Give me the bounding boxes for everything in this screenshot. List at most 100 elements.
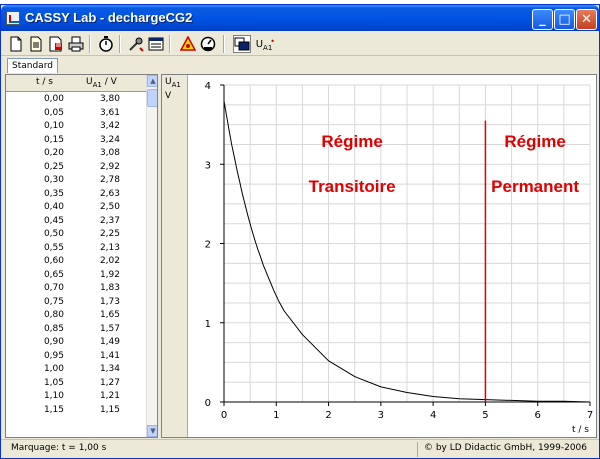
table-row[interactable]: 0,75 1,73 <box>6 296 146 310</box>
y-axis-label: UA1 V <box>165 77 181 102</box>
y-axis-strip: UA1 V <box>162 75 188 437</box>
col-u-letter: U <box>86 77 93 87</box>
cell-t: 1,00 <box>43 364 64 374</box>
col-u-sub: A1 <box>92 80 102 89</box>
cell-u: 2,25 <box>99 229 120 239</box>
table-icon[interactable] <box>147 35 165 53</box>
table-row[interactable]: 0,05 3,61 <box>6 107 146 121</box>
cell-t: 1,15 <box>43 404 64 415</box>
table-row[interactable]: 0,30 2,78 <box>6 174 146 188</box>
alarm-icon[interactable] <box>179 35 197 53</box>
table-row[interactable]: 0,40 2,50 <box>6 201 146 215</box>
x-axis-label: t / s <box>572 425 589 435</box>
cell-u: 1,65 <box>99 310 120 320</box>
column-header-t: t / s <box>36 77 53 87</box>
cell-u: 1,15 <box>99 404 120 415</box>
table-scrollbar[interactable]: ▲ ▼ <box>146 75 157 437</box>
y-label-sub: A1 <box>171 80 181 89</box>
label-transitoire-2: Transitoire <box>309 177 396 196</box>
cell-t: 0,20 <box>43 148 64 158</box>
table-row[interactable]: 0,80 1,65 <box>6 309 146 323</box>
cell-t: 0,90 <box>43 337 64 347</box>
cell-u: 1,49 <box>99 337 120 347</box>
gauge-icon[interactable] <box>199 35 217 53</box>
x-tick-label: 1 <box>273 410 279 421</box>
minimize-button[interactable]: _ <box>532 9 553 30</box>
toolbar-separator <box>119 35 121 53</box>
new-file-icon[interactable] <box>7 35 25 53</box>
table-row[interactable]: 0,95 1,41 <box>6 350 146 364</box>
cell-t: 0,95 <box>43 350 64 361</box>
stopwatch-icon[interactable] <box>97 35 115 53</box>
table-header: t / s UA1 / V <box>6 75 146 92</box>
cell-u: 1,27 <box>99 377 120 388</box>
table-row[interactable]: 0,15 3,24 <box>6 134 146 148</box>
settings-icon[interactable] <box>127 35 145 53</box>
app-window: CASSY Lab - dechargeCG2 _ □ ✕ UA1 • Stan… <box>0 4 600 459</box>
y-tick-label: 1 <box>205 319 211 330</box>
cell-u: 3,42 <box>99 121 120 131</box>
cell-u: 1,34 <box>99 364 120 374</box>
ua1-display-button[interactable]: UA1 • <box>253 35 275 53</box>
title-bar[interactable]: CASSY Lab - dechargeCG2 _ □ ✕ <box>1 5 599 31</box>
cell-u: 1,21 <box>99 391 120 401</box>
table-row[interactable]: 1,15 1,15 <box>6 404 146 418</box>
table-row[interactable]: 0,20 3,08 <box>6 147 146 161</box>
x-tick-label: 4 <box>430 410 436 421</box>
cell-t: 0,50 <box>43 229 64 239</box>
cell-t: 0,10 <box>43 121 64 131</box>
table-row[interactable]: 0,90 1,49 <box>6 336 146 350</box>
cell-u: 2,37 <box>99 215 120 226</box>
cell-u: 2,63 <box>99 188 120 199</box>
cell-t: 0,85 <box>43 323 64 334</box>
label-transitoire-1: Régime <box>321 132 382 151</box>
table-row[interactable]: 0,85 1,57 <box>6 323 146 337</box>
scroll-up-icon[interactable]: ▲ <box>147 75 157 87</box>
cell-t: 0,55 <box>43 242 64 253</box>
close-button[interactable]: ✕ <box>576 9 597 30</box>
save-file-icon[interactable] <box>47 35 65 53</box>
x-tick-label: 2 <box>325 410 331 421</box>
label-permanent-2: Permanent <box>491 177 579 196</box>
cell-u: 2,13 <box>99 242 120 253</box>
cell-t: 0,75 <box>43 296 64 307</box>
x-tick-label: 6 <box>535 410 541 421</box>
toolbar: UA1 • <box>1 32 599 56</box>
tab-standard[interactable]: Standard <box>7 58 58 73</box>
table-row[interactable]: 0,25 2,92 <box>6 161 146 175</box>
maximize-button[interactable]: □ <box>554 9 575 30</box>
open-file-icon[interactable] <box>27 35 45 53</box>
print-icon[interactable] <box>67 35 85 53</box>
table-row[interactable]: 0,65 1,92 <box>6 269 146 283</box>
cell-u: 1,57 <box>99 323 120 334</box>
cell-t: 0,80 <box>43 310 64 320</box>
table-row[interactable]: 1,00 1,34 <box>6 363 146 377</box>
tab-row: Standard <box>1 57 599 74</box>
x-tick-label: 5 <box>482 410 488 421</box>
cell-u: 3,24 <box>99 134 120 145</box>
ua1-label: U <box>255 39 264 50</box>
cell-t: 0,05 <box>43 107 64 118</box>
table-row[interactable]: 0,35 2,63 <box>6 188 146 202</box>
table-row[interactable]: 0,70 1,83 <box>6 282 146 296</box>
scroll-down-icon[interactable]: ▼ <box>147 425 157 437</box>
table-row[interactable]: 1,05 1,27 <box>6 377 146 391</box>
cell-u: 3,61 <box>99 107 120 118</box>
y-tick-label: 0 <box>205 398 211 409</box>
chart-panel: UA1 V 0 1 2 3 4 5 6 7 0 1 2 3 4 t / s Régime Transitoir… <box>161 74 597 438</box>
cell-u: 3,80 <box>99 94 120 104</box>
scroll-thumb[interactable] <box>147 89 157 107</box>
cell-u: 1,73 <box>99 296 120 307</box>
table-row[interactable]: 0,55 2,13 <box>6 242 146 256</box>
table-row[interactable]: 0,50 2,25 <box>6 228 146 242</box>
cell-t: 0,60 <box>43 256 64 266</box>
status-bar: Marquage: t = 1,00 s © by LD Didactic Gm… <box>1 439 599 458</box>
status-marker: Marquage: t = 1,00 s <box>11 443 107 453</box>
chart-svg[interactable]: 0 1 2 3 4 5 6 7 0 1 2 3 4 t / s Régime Transitoire Régim… <box>189 75 597 437</box>
table-row[interactable]: 0,10 3,42 <box>6 120 146 134</box>
table-row[interactable]: 1,10 1,21 <box>6 390 146 404</box>
table-row[interactable]: 0,45 2,37 <box>6 215 146 229</box>
table-row[interactable]: 0,60 2,02 <box>6 255 146 269</box>
table-row[interactable]: 0,00 3,80 <box>6 93 146 107</box>
display-icon[interactable] <box>233 35 251 53</box>
